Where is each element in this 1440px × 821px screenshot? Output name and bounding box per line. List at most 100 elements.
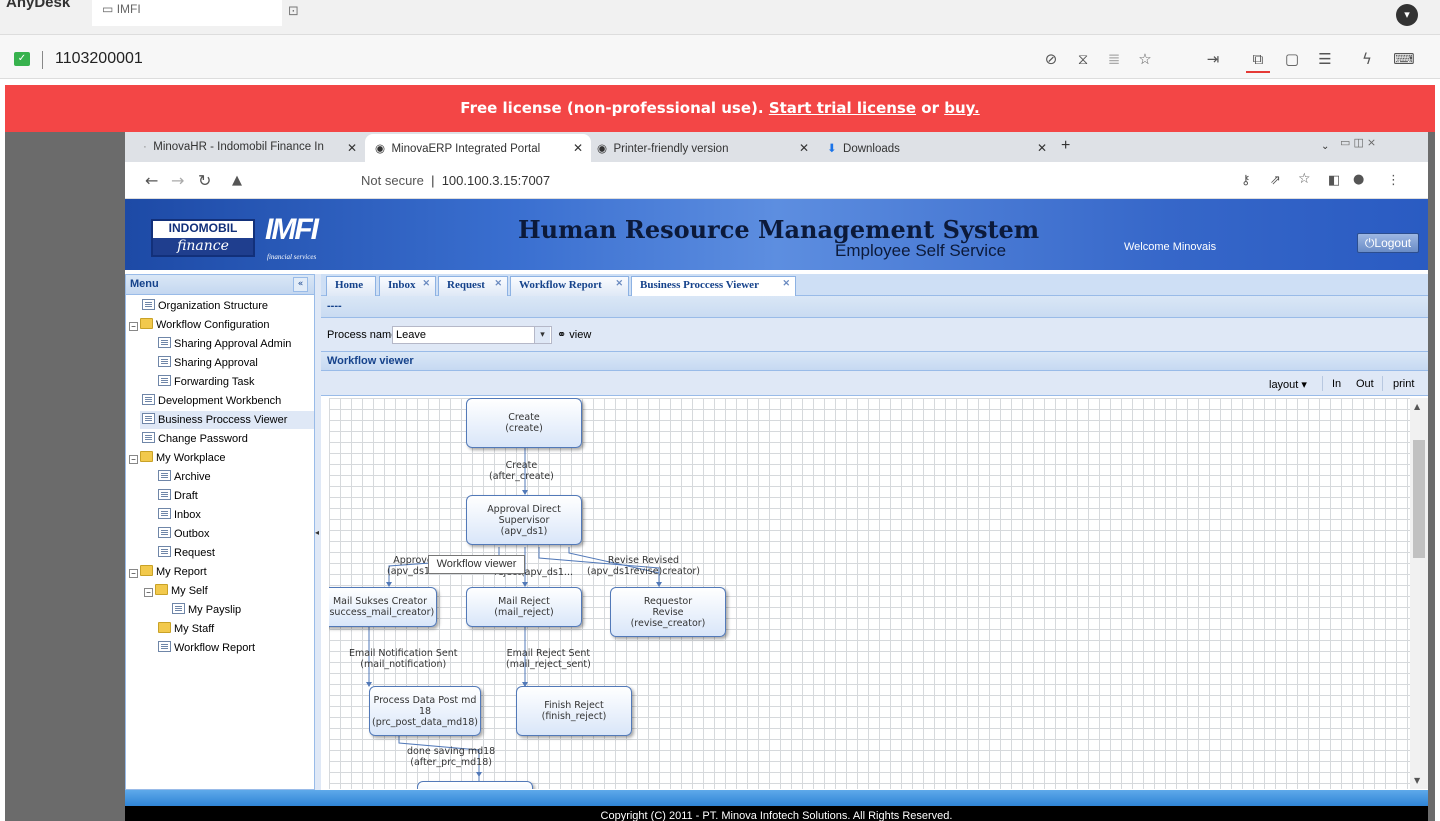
window-controls[interactable]: ▭ ◫ ⨯: [1340, 134, 1376, 162]
sidebar-item-draft[interactable]: Draft: [158, 487, 198, 505]
layout-menu[interactable]: layout ▾: [1269, 378, 1307, 391]
workflow-node-process-data[interactable]: Process Data Post md 18 (prc_post_data_md1…: [369, 686, 481, 736]
share-icon[interactable]: ⇗: [1270, 173, 1281, 188]
start-trial-link[interactable]: Start trial license: [769, 99, 916, 117]
key-icon[interactable]: ⚷: [1241, 173, 1251, 188]
database-icon[interactable]: ≣: [1103, 48, 1125, 70]
indomobil-logo: INDOMOBIL finance: [151, 219, 255, 257]
view-button[interactable]: ⚭ view: [557, 328, 591, 341]
tab-search-icon[interactable]: ⌄: [1321, 134, 1329, 162]
new-tab-icon[interactable]: +: [1061, 134, 1081, 162]
sidepanel-icon[interactable]: ◧: [1328, 173, 1340, 188]
workflow-toolbar: layout ▾ In Out print: [321, 371, 1428, 396]
tab-business-proccess-viewer[interactable]: Business Proccess Viewer ✕: [631, 276, 796, 296]
sidebar-item-my-staff[interactable]: My Staff: [158, 620, 214, 638]
sidebar-item-request[interactable]: Request: [158, 544, 215, 562]
anydesk-menu-icon[interactable]: ▾: [1396, 4, 1418, 26]
more-menu-icon[interactable]: ⋮: [1387, 173, 1400, 188]
close-icon[interactable]: ✕: [573, 141, 583, 155]
privacy-icon[interactable]: ⊘: [1040, 48, 1062, 70]
process-name-select[interactable]: Leave: [392, 326, 552, 344]
workflow-node-requestor-revise[interactable]: Requestor Revise (revise_creator): [610, 587, 726, 637]
tab-workflow-report[interactable]: Workflow Report ✕: [510, 276, 629, 296]
close-tab-icon[interactable]: ✕: [615, 278, 623, 289]
document-icon: [158, 356, 171, 367]
close-tab-icon[interactable]: ✕: [494, 278, 502, 289]
hourglass-icon[interactable]: ⧖: [1072, 48, 1094, 70]
back-icon[interactable]: ←: [145, 171, 158, 190]
collapse-menu-icon[interactable]: «: [293, 277, 308, 292]
file-transfer-icon[interactable]: ⇥: [1202, 48, 1224, 70]
scroll-up-icon[interactable]: ▲: [1414, 402, 1420, 411]
new-session-icon[interactable]: ⊡: [288, 4, 299, 19]
sidebar-item-workflow-configuration[interactable]: − Workflow Configuration: [129, 316, 270, 334]
document-icon: [142, 432, 155, 443]
print-button[interactable]: print: [1393, 378, 1414, 390]
workflow-node-create[interactable]: Create (create): [466, 398, 582, 448]
bookmark-star-icon[interactable]: ☆: [1298, 171, 1311, 187]
collapse-icon[interactable]: −: [144, 588, 153, 597]
collapse-icon[interactable]: −: [129, 569, 138, 578]
keyboard-icon[interactable]: ⌨: [1393, 48, 1415, 70]
message-icon[interactable]: ☰: [1314, 48, 1336, 70]
edge-label-done-saving: done saving md18 (after_prc_md18): [407, 746, 496, 768]
sidebar-item-sharing-approval-admin[interactable]: Sharing Approval Admin: [158, 335, 291, 353]
workflow-node-finish-reject[interactable]: Finish Reject (finish_reject): [516, 686, 632, 736]
workflow-canvas[interactable]: Create (create) Create (after_create) Appr…: [329, 398, 1410, 789]
chevron-down-icon[interactable]: ▾: [534, 327, 550, 343]
actions-icon[interactable]: ϟ: [1356, 48, 1378, 70]
sidebar-item-change-password[interactable]: Change Password: [142, 430, 248, 448]
anydesk-session-tab[interactable]: ▭ IMFI: [92, 0, 282, 26]
workflow-node-mail-reject[interactable]: Mail Reject (mail_reject): [466, 587, 582, 627]
close-icon[interactable]: ✕: [1037, 141, 1047, 155]
collapse-icon[interactable]: −: [129, 322, 138, 331]
sidebar-item-sharing-approval[interactable]: Sharing Approval: [158, 354, 258, 372]
scrollbar-thumb[interactable]: [1413, 440, 1425, 558]
browser-tab-downloads[interactable]: ⬇ Downloads ✕: [827, 134, 1055, 162]
document-icon: [158, 546, 171, 557]
close-tab-icon[interactable]: ✕: [782, 278, 790, 289]
sidebar-item-my-payslip[interactable]: My Payslip: [172, 601, 241, 619]
collapse-arrow-icon[interactable]: ◂: [315, 528, 320, 538]
sidebar-item-my-self[interactable]: − My Self: [144, 582, 208, 600]
workflow-node-next[interactable]: [417, 781, 533, 789]
tab-home[interactable]: Home: [326, 276, 376, 296]
browser-tab-printer[interactable]: ◉ Printer-friendly version ✕: [597, 134, 817, 162]
close-icon[interactable]: ✕: [799, 141, 809, 155]
logout-button[interactable]: ⏻Logout: [1357, 233, 1419, 253]
browser-tab-minovahr[interactable]: · MinovaHR - Indomobil Finance In ✕: [143, 134, 365, 162]
star-icon[interactable]: ☆: [1134, 48, 1156, 70]
warning-icon[interactable]: ▲: [232, 173, 242, 188]
zoom-out-button[interactable]: Out: [1356, 378, 1374, 390]
reload-icon[interactable]: ↻: [198, 171, 211, 190]
browser-tab-portal[interactable]: ◉ MinovaERP Integrated Portal ✕: [365, 134, 591, 162]
zoom-in-button[interactable]: In: [1332, 378, 1341, 390]
scroll-down-icon[interactable]: ▼: [1414, 776, 1420, 785]
sidebar-item-business-proccess-viewer[interactable]: Business Proccess Viewer: [140, 411, 314, 429]
sidebar-item-workflow-report[interactable]: Workflow Report: [158, 639, 255, 657]
imfi-logo: IMFI: [265, 213, 319, 246]
sidebar-item-forwarding-task[interactable]: Forwarding Task: [158, 373, 255, 391]
sidebar-item-archive[interactable]: Archive: [158, 468, 211, 486]
download-icon: ⬇: [827, 143, 837, 155]
sidebar-item-inbox[interactable]: Inbox: [158, 506, 201, 524]
forward-icon[interactable]: →: [171, 171, 184, 190]
profile-icon[interactable]: ●: [1353, 172, 1364, 187]
sidebar-item-my-workplace[interactable]: − My Workplace: [129, 449, 225, 467]
tab-inbox[interactable]: Inbox ✕: [379, 276, 436, 296]
buy-link[interactable]: buy.: [944, 99, 980, 117]
sidebar-item-outbox[interactable]: Outbox: [158, 525, 209, 543]
chat-icon[interactable]: ▢: [1281, 48, 1303, 70]
sidebar-item-my-report[interactable]: − My Report: [129, 563, 207, 581]
workflow-node-mail-sukses[interactable]: Mail Sukses Creator (success_mail_creator…: [329, 587, 437, 627]
display-icon[interactable]: ⧉: [1247, 48, 1269, 70]
tab-request[interactable]: Request ✕: [438, 276, 508, 296]
close-icon[interactable]: ✕: [347, 141, 357, 155]
sidebar-item-development-workbench[interactable]: Development Workbench: [142, 392, 281, 410]
sidebar-item-organization-structure[interactable]: Organization Structure: [142, 297, 268, 315]
close-tab-icon[interactable]: ✕: [422, 278, 430, 289]
anydesk-toolbar: ✓ 1103200001 ⊘ ⧖ ≣ ☆ ⇥ ⧉ ▢ ☰ ϟ ⌨: [0, 35, 1440, 79]
url-field[interactable]: Not secure | 100.100.3.15:7007: [361, 173, 550, 188]
collapse-icon[interactable]: −: [129, 455, 138, 464]
workflow-node-approval[interactable]: Approval Direct Supervisor (apv_ds1): [466, 495, 582, 545]
